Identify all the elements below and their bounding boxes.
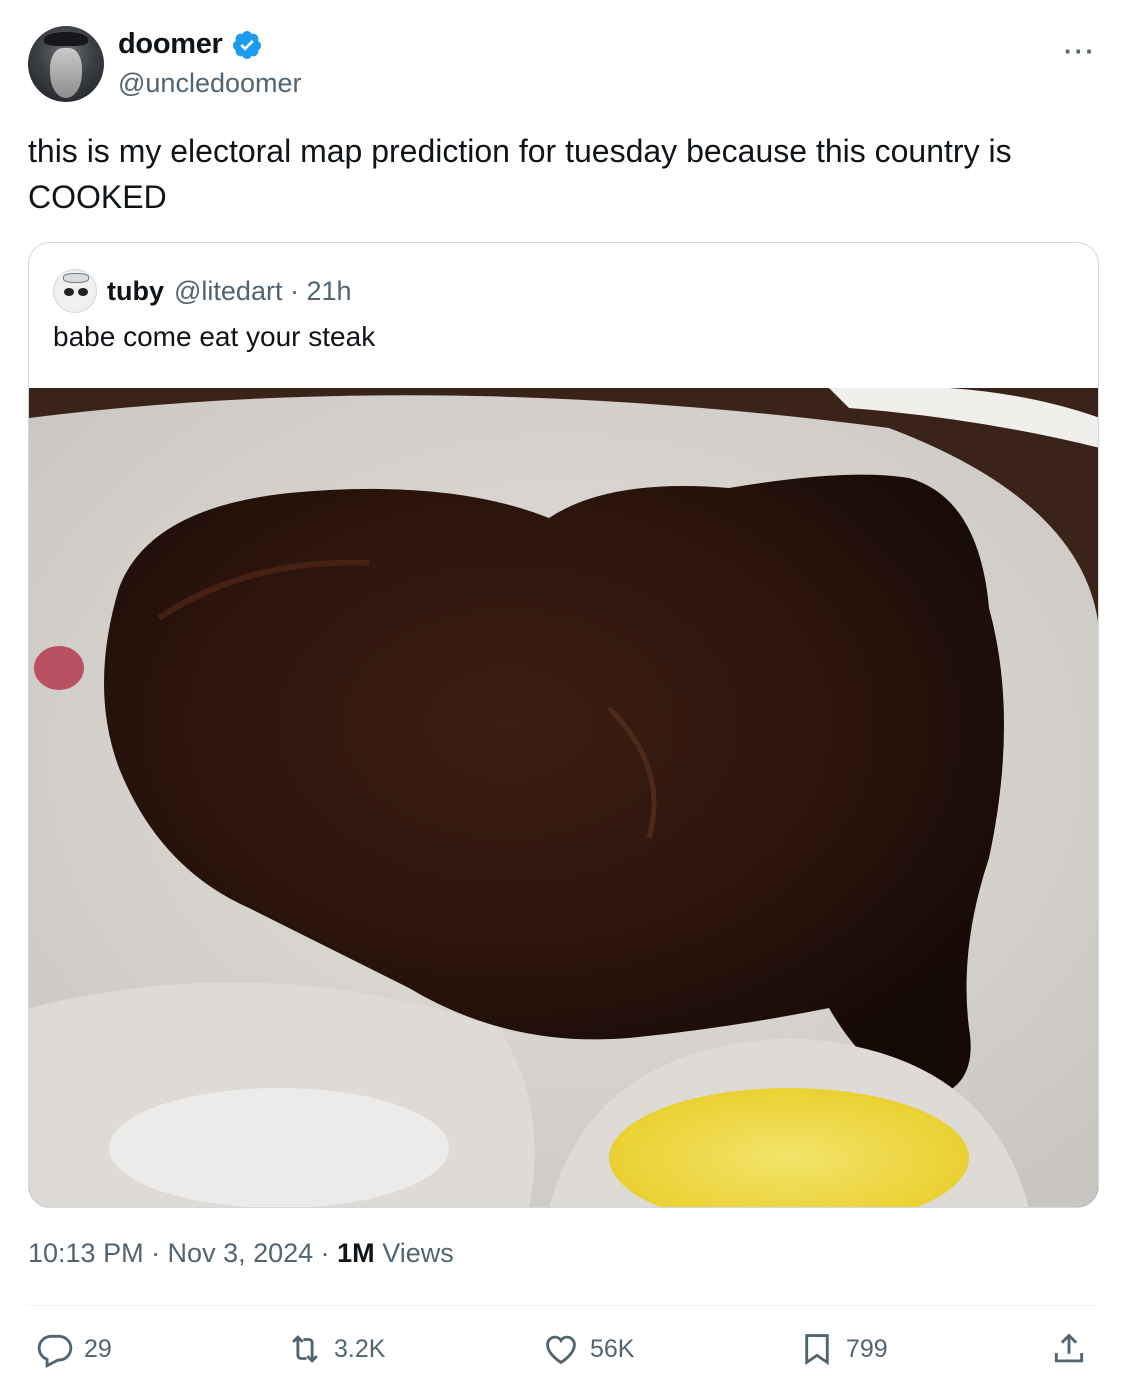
repost-button[interactable]: 3.2K: [286, 1330, 385, 1368]
tweet-meta: 10:13 PM · Nov 3, 2024 · 1M Views: [28, 1238, 454, 1269]
bookmark-icon: [805, 1334, 829, 1366]
like-button[interactable]: 56K: [542, 1330, 634, 1368]
quote-avatar-eye: [78, 288, 88, 296]
quote-display-name[interactable]: tuby: [107, 276, 164, 307]
quote-text: babe come eat your steak: [53, 321, 376, 352]
tweet-header: doomer @uncledoomer ···: [28, 26, 1098, 104]
quote-avatar-hat: [63, 273, 89, 283]
avatar-beard: [50, 48, 82, 98]
quote-avatar[interactable]: [53, 269, 97, 313]
bookmark-button[interactable]: 799: [798, 1330, 888, 1368]
quote-header: tuby @litedart · 21h: [53, 269, 352, 313]
reply-icon: [37, 1334, 73, 1368]
author-name-row: doomer: [118, 28, 263, 61]
actions-divider: [28, 1305, 1098, 1306]
tweet-text: this is my electoral map prediction for …: [28, 133, 1012, 215]
author-display-name[interactable]: doomer: [118, 28, 223, 61]
tweet-actions: 29 3.2K 56K 799: [28, 1330, 1098, 1374]
author-handle[interactable]: @uncledoomer: [118, 68, 302, 99]
quote-handle-time: @litedart · 21h: [174, 275, 352, 306]
reply-count: 29: [84, 1334, 112, 1363]
reply-button[interactable]: 29: [36, 1330, 112, 1368]
repost-icon: [292, 1335, 318, 1363]
steak-photo[interactable]: [29, 388, 1098, 1207]
verified-badge-icon: [232, 30, 261, 59]
like-count: 56K: [590, 1334, 635, 1363]
more-options-icon[interactable]: ···: [1064, 36, 1096, 67]
avatar-hat: [44, 32, 88, 46]
share-icon: [1054, 1333, 1084, 1363]
heart-icon: [546, 1335, 576, 1365]
steak-photo-illustration: [29, 388, 1098, 1207]
repost-count: 3.2K: [334, 1334, 386, 1363]
quote-avatar-eye: [64, 288, 74, 296]
author-avatar[interactable]: [28, 26, 104, 102]
quoted-tweet[interactable]: tuby @litedart · 21h babe come eat your …: [28, 242, 1099, 1208]
views-count: 1M: [337, 1238, 375, 1268]
share-button[interactable]: [1050, 1330, 1088, 1368]
views-label: Views: [382, 1238, 454, 1268]
bookmark-count: 799: [846, 1334, 888, 1363]
tweet-timestamp[interactable]: 10:13 PM · Nov 3, 2024 ·: [28, 1238, 337, 1268]
